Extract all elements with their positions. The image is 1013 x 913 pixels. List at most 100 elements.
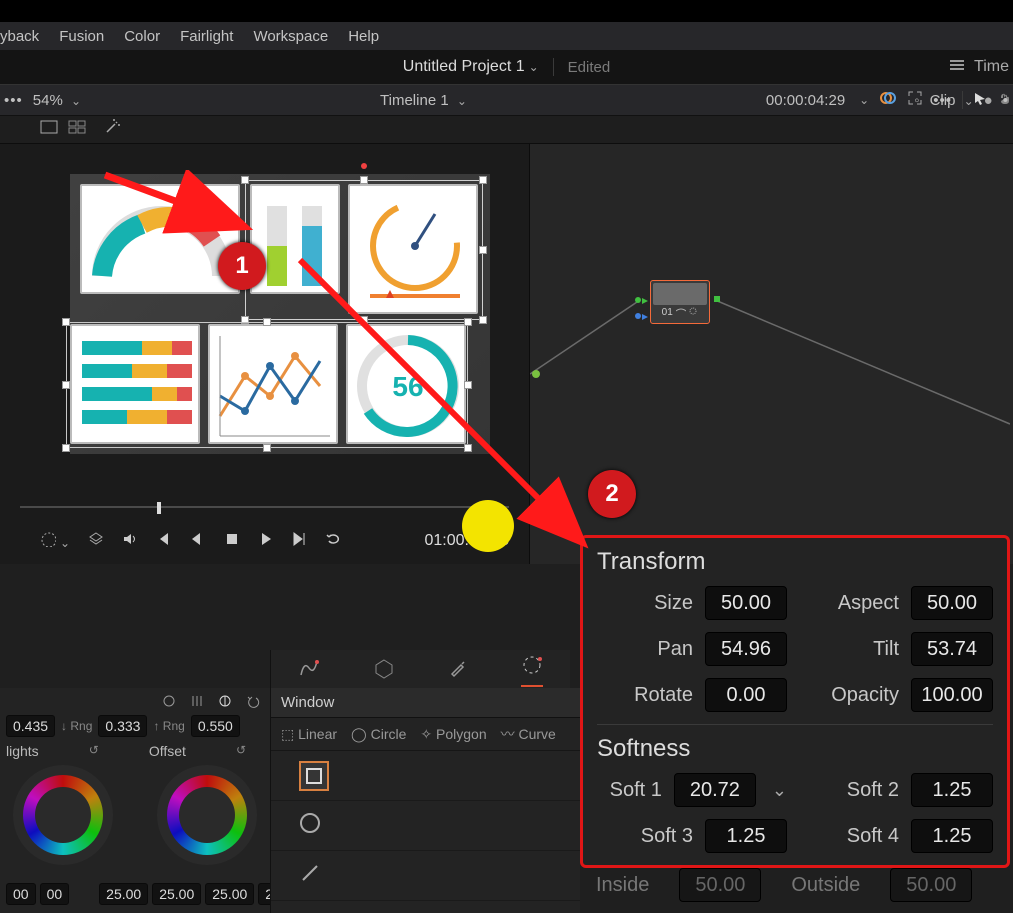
polygon-shape[interactable]: ✧ Polygon xyxy=(420,726,486,743)
more-icon[interactable]: • xyxy=(1003,92,1009,109)
outside-label: Outside xyxy=(791,874,860,897)
shape-rect[interactable] xyxy=(299,761,329,791)
annotation-marker-1: 1 xyxy=(218,242,266,290)
timeline-name[interactable]: Timeline 1 ⌄ xyxy=(380,92,467,109)
soft3-value[interactable]: 1.25 xyxy=(705,819,787,853)
outside-value[interactable]: 50.00 xyxy=(890,868,972,902)
soft4-label: Soft 4 xyxy=(847,825,899,848)
curves-panel: 0.435 ↓ Rng 0.333 ↑ Rng 0.550 lights ↺ O… xyxy=(0,688,270,913)
first-frame-icon[interactable] xyxy=(156,531,172,552)
cursor-highlight xyxy=(462,500,514,552)
quad-val[interactable]: 25.00 xyxy=(99,883,148,905)
menu-workspace[interactable]: Workspace xyxy=(253,28,328,45)
opacity-label: Opacity xyxy=(831,684,899,707)
layers-icon[interactable] xyxy=(88,531,104,552)
lights-wheel[interactable] xyxy=(13,765,113,865)
curve-value[interactable]: 0.435 xyxy=(6,715,55,737)
viewer-panel: 56 xyxy=(0,144,530,564)
loop-icon[interactable] xyxy=(326,531,342,552)
transform-title: Transform xyxy=(597,548,993,576)
inside-value[interactable]: 50.00 xyxy=(679,868,761,902)
quad-val[interactable]: 00 xyxy=(40,883,70,905)
menu-fusion[interactable]: Fusion xyxy=(59,28,104,45)
offset-tab[interactable]: Offset xyxy=(149,743,186,759)
soft2-value[interactable]: 1.25 xyxy=(911,773,993,807)
undo-icon[interactable] xyxy=(246,694,260,713)
top-bar xyxy=(0,0,1013,22)
aspect-label: Aspect xyxy=(838,592,899,615)
chevron-down-icon: ⌄ xyxy=(859,93,869,107)
more-icon[interactable]: ••• xyxy=(4,92,23,109)
qualifier-tab-icon[interactable] xyxy=(373,657,395,684)
inside-label: Inside xyxy=(596,874,649,897)
window-tab-icon[interactable] xyxy=(521,654,543,687)
grid-view-icon[interactable] xyxy=(68,120,86,139)
pan-value[interactable]: 54.96 xyxy=(705,632,787,666)
quad-val[interactable]: 25.00 xyxy=(152,883,201,905)
play-icon[interactable] xyxy=(258,531,274,552)
bars-icon[interactable] xyxy=(190,694,204,713)
edited-status: Edited xyxy=(568,59,611,76)
annotation-marker-2: 2 xyxy=(588,470,636,518)
wipe-icon[interactable] xyxy=(879,89,897,111)
menu-fairlight[interactable]: Fairlight xyxy=(180,28,233,45)
pan-label: Pan xyxy=(657,638,693,661)
stop-icon[interactable] xyxy=(224,531,240,552)
picker-tab-icon[interactable] xyxy=(448,658,468,683)
softness-title: Softness xyxy=(597,735,993,763)
transform-properties-panel: Transform Size50.00 Aspect50.00 Pan54.96… xyxy=(580,535,1010,868)
offset-wheel[interactable] xyxy=(157,765,257,865)
tilt-label: Tilt xyxy=(873,638,899,661)
opacity-value[interactable]: 100.00 xyxy=(911,678,993,712)
quad-val[interactable]: 00 xyxy=(6,883,36,905)
menu-bar: yback Fusion Color Fairlight Workspace H… xyxy=(0,22,1013,50)
transport-controls: ⌄ xyxy=(40,531,342,552)
soft2-label: Soft 2 xyxy=(847,779,899,802)
timeline-options-icon[interactable] xyxy=(948,56,966,79)
last-frame-icon[interactable] xyxy=(292,531,308,552)
keyframe-icon[interactable] xyxy=(162,694,176,713)
size-value[interactable]: 50.00 xyxy=(705,586,787,620)
low-range-value[interactable]: 0.333 xyxy=(98,715,147,737)
linear-shape[interactable]: ⬚ Linear xyxy=(281,726,337,743)
aspect-value[interactable]: 50.00 xyxy=(911,586,993,620)
zoom-level[interactable]: 54% ⌄ xyxy=(33,92,81,109)
shape-line[interactable] xyxy=(299,862,321,889)
high-range-label: ↑ Rng xyxy=(153,719,184,733)
low-range-label: ↓ Rng xyxy=(61,719,92,733)
high-range-value[interactable]: 0.550 xyxy=(191,715,240,737)
prev-frame-icon[interactable] xyxy=(190,531,206,552)
magic-wand-icon[interactable] xyxy=(104,119,120,140)
marker-mode-icon[interactable]: ⌄ xyxy=(40,531,70,552)
soft1-value[interactable]: 20.72 xyxy=(674,773,756,807)
viewer-scrubber[interactable] xyxy=(20,500,509,514)
time-label: Time xyxy=(974,58,1009,76)
title-bar: Untitled Project 1⌄ Edited Time xyxy=(0,50,1013,84)
clip-label[interactable]: Clip ⌄ xyxy=(930,92,974,109)
timecode-display[interactable]: 00:00:04:29 xyxy=(766,92,845,109)
project-title[interactable]: Untitled Project 1⌄ xyxy=(403,58,539,76)
reset-icon[interactable]: ↺ xyxy=(236,743,246,759)
menu-help[interactable]: Help xyxy=(348,28,379,45)
circle-shape[interactable]: ◯ Circle xyxy=(351,726,406,743)
chevron-down-icon: ⌄ xyxy=(529,60,539,74)
soft4-value[interactable]: 1.25 xyxy=(911,819,993,853)
shape-circle[interactable] xyxy=(299,812,321,839)
menu-playback[interactable]: yback xyxy=(0,28,39,45)
lights-tab[interactable]: lights xyxy=(6,743,39,759)
window-panel-title: Window xyxy=(281,694,334,711)
rotate-value[interactable]: 0.00 xyxy=(705,678,787,712)
node-01[interactable]: 01 xyxy=(650,280,710,324)
curves-tab-icon[interactable] xyxy=(298,657,320,684)
mute-icon[interactable] xyxy=(122,531,138,552)
quad-val[interactable]: 25.00 xyxy=(205,883,254,905)
menu-color[interactable]: Color xyxy=(124,28,160,45)
separator xyxy=(553,58,554,76)
reset-icon[interactable]: ↺ xyxy=(89,743,99,759)
scope-icon[interactable] xyxy=(218,694,232,713)
curve-shape[interactable]: 〰 Curve xyxy=(501,724,556,744)
soft3-label: Soft 3 xyxy=(641,825,693,848)
tilt-value[interactable]: 53.74 xyxy=(911,632,993,666)
single-view-icon[interactable] xyxy=(40,120,58,139)
chevron-down-icon[interactable]: ⌄ xyxy=(772,780,787,801)
